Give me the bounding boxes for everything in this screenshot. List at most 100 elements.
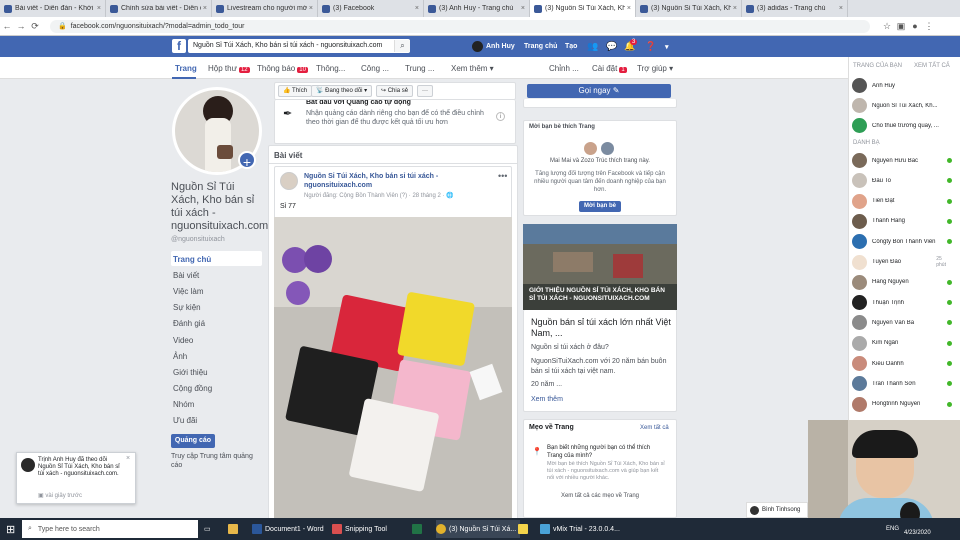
page-menu-item[interactable]: Đánh giá bbox=[173, 319, 205, 328]
contact-item[interactable]: Nguyễn Hữu Bắc bbox=[852, 153, 952, 168]
close-tab-icon[interactable]: × bbox=[203, 5, 207, 12]
all-tips-link[interactable]: Xem tất cả các mẹo về Trang bbox=[523, 493, 677, 499]
like-button[interactable]: 👍 Thích bbox=[278, 85, 313, 97]
taskbar-excel[interactable] bbox=[412, 520, 425, 538]
page-tab[interactable]: Hộp thư 12 bbox=[208, 64, 250, 73]
post-photo[interactable] bbox=[274, 217, 512, 520]
browser-tab[interactable]: Chỉnh sửa bài viết - Diễn đà × bbox=[106, 0, 212, 17]
close-tab-icon[interactable]: × bbox=[97, 5, 101, 12]
windows-start-icon[interactable]: ⊞ bbox=[6, 520, 15, 538]
browser-tab[interactable]: (3) Nguồn Sỉ Túi Xách, Kho × bbox=[530, 0, 636, 17]
close-tab-icon[interactable]: × bbox=[839, 5, 843, 12]
friends-icon[interactable]: 👥 bbox=[587, 36, 598, 57]
taskbar-date[interactable]: 4/23/2020 bbox=[904, 528, 931, 538]
page-menu-item[interactable]: Ảnh bbox=[173, 352, 187, 361]
add-icon[interactable]: + bbox=[238, 151, 256, 170]
page-menu-item[interactable]: Cộng đồng bbox=[173, 384, 212, 393]
contact-item[interactable]: Công̃ty Bồn Thành Viên bbox=[852, 234, 952, 250]
extension-icon[interactable]: ▣ bbox=[894, 21, 908, 32]
page-menu-item[interactable]: Sự kiện bbox=[173, 303, 201, 312]
page-tab[interactable]: Thông... bbox=[316, 64, 345, 73]
url-input[interactable]: 🔒 facebook.com/nguonsituixach/?modal=admi… bbox=[50, 19, 870, 33]
page-menu-item[interactable]: Việc làm bbox=[173, 287, 204, 296]
nav-user[interactable]: Anh Huy bbox=[472, 36, 515, 57]
taskbar-vmix[interactable]: vMix Trial - 23.0.0.4... bbox=[540, 520, 620, 538]
contact-item[interactable]: Tuyền Đào 25 phút bbox=[852, 254, 952, 270]
page-tab[interactable]: Cài đặt 1 bbox=[592, 64, 627, 73]
call-now-button[interactable]: Gọi ngay ✎ bbox=[527, 84, 671, 98]
browser-tab[interactable]: (3) Nguồn Sỉ Túi Xách, Kho × bbox=[636, 0, 742, 17]
close-tab-icon[interactable]: × bbox=[733, 5, 737, 12]
browser-tab[interactable]: (3) Anh Huy - Trang chủ × bbox=[424, 0, 530, 17]
sidebar-page-item[interactable]: Cho thuê trường quay, ... bbox=[852, 118, 952, 133]
page-menu-item[interactable]: Bài viết bbox=[173, 271, 199, 280]
page-menu-item[interactable]: Ưu đãi bbox=[173, 416, 197, 425]
search-icon[interactable]: ⌕ bbox=[394, 40, 410, 52]
contact-item[interactable]: Hang Nguyen bbox=[852, 274, 952, 290]
post-options-icon[interactable]: ••• bbox=[498, 171, 507, 181]
contact-item[interactable]: Hongtrinh Nguyen bbox=[852, 396, 952, 412]
messenger-icon[interactable]: 💬 bbox=[606, 36, 617, 57]
page-menu-item[interactable]: Nhóm bbox=[173, 400, 194, 409]
ads-button[interactable]: Quảng cáo bbox=[171, 434, 215, 448]
tips-see-all[interactable]: Xem tất cả bbox=[640, 425, 669, 431]
language-indicator[interactable]: ENG bbox=[886, 520, 899, 538]
invite-friends-button[interactable]: Mời bạn bè bbox=[579, 201, 621, 212]
page-tab[interactable]: Chỉnh ... bbox=[549, 64, 579, 73]
browser-tab[interactable]: (3) Facebook × bbox=[318, 0, 424, 17]
search-input[interactable]: Nguồn Sỉ Túi Xách, Kho bán sỉ túi xách -… bbox=[188, 39, 410, 53]
reload-icon[interactable]: ⟳ bbox=[28, 21, 42, 32]
star-icon[interactable]: ☆ bbox=[880, 21, 894, 32]
contact-item[interactable]: Thuận Trịnh bbox=[852, 295, 952, 311]
contact-item[interactable]: Kiều Oanhh bbox=[852, 356, 952, 371]
contact-item[interactable]: Đầu To bbox=[852, 173, 952, 189]
see-all-pages[interactable]: XEM TẤT CẢ bbox=[914, 63, 950, 69]
more-button[interactable]: ··· bbox=[417, 85, 433, 97]
back-icon[interactable]: ← bbox=[0, 21, 14, 31]
sidebar-page-item[interactable]: Anh Huy bbox=[852, 78, 952, 93]
page-menu-item[interactable]: Video bbox=[173, 336, 193, 345]
contact-item[interactable]: Kim Ngân bbox=[852, 335, 952, 351]
taskbar-notes[interactable] bbox=[518, 520, 531, 538]
help-icon[interactable]: ❓ bbox=[645, 36, 656, 57]
ads-center-link[interactable]: Truy cập Trung tâm quảng cáo bbox=[171, 452, 263, 470]
info-icon[interactable]: i bbox=[496, 112, 505, 121]
page-tab[interactable]: Trang bbox=[175, 64, 197, 73]
folder-icon[interactable] bbox=[228, 520, 241, 538]
browser-tab[interactable]: Bài viết - Diễn đàn - Khởi N × bbox=[0, 0, 106, 17]
contact-item[interactable]: Tiến Đạt bbox=[852, 193, 952, 209]
browser-tab[interactable]: Livestream cho người mới b × bbox=[212, 0, 318, 17]
page-menu-item[interactable]: Giới thiệu bbox=[173, 368, 208, 377]
facebook-logo-icon[interactable]: f bbox=[172, 39, 186, 53]
sidebar-page-item[interactable]: Nguồn Sỉ Túi Xách, Kh... bbox=[852, 98, 952, 113]
contact-item[interactable]: Nguyễn Văn Ba bbox=[852, 315, 952, 331]
page-tab[interactable]: Trung ... bbox=[405, 64, 435, 73]
page-tab[interactable]: Trợ giúp ▾ bbox=[637, 64, 673, 73]
chat-tab[interactable]: Bình Tinhsong bbox=[746, 502, 808, 518]
taskbar-snipping[interactable]: Snipping Tool bbox=[332, 520, 387, 538]
nav-home[interactable]: Trang chủ bbox=[524, 36, 557, 57]
menu-icon[interactable]: ⋮ bbox=[922, 21, 936, 32]
chevron-down-icon[interactable]: ▾ bbox=[665, 36, 669, 57]
page-tab[interactable]: Thông báo 10 bbox=[257, 64, 308, 73]
profile-icon[interactable]: ● bbox=[908, 21, 922, 31]
taskbar-word[interactable]: Document1 - Word bbox=[252, 520, 324, 538]
close-tab-icon[interactable]: × bbox=[521, 5, 525, 12]
following-button[interactable]: 📡 Đang theo dõi ▾ bbox=[311, 85, 373, 97]
taskbar-search-input[interactable]: ⌕ Type here to search bbox=[22, 520, 198, 538]
forward-icon[interactable]: → bbox=[14, 21, 28, 31]
close-tab-icon[interactable]: × bbox=[415, 5, 419, 12]
post-author-avatar[interactable] bbox=[280, 172, 298, 190]
close-tab-icon[interactable]: × bbox=[309, 5, 313, 12]
browser-tab[interactable]: (3) adidas - Trang chủ × bbox=[742, 0, 848, 17]
close-icon[interactable]: × bbox=[126, 455, 130, 462]
post-author[interactable]: Nguồn Sỉ Túi Xách, Kho bán sỉ túi xách -… bbox=[304, 172, 484, 190]
page-tab[interactable]: Công ... bbox=[361, 64, 389, 73]
page-tab[interactable]: Xem thêm ▾ bbox=[451, 64, 494, 73]
task-view-icon[interactable]: ▭ bbox=[204, 520, 211, 538]
contact-item[interactable]: Thanh Hằng bbox=[852, 213, 952, 229]
share-button[interactable]: ↪ Chia sẻ bbox=[376, 85, 414, 97]
close-tab-icon[interactable]: × bbox=[627, 5, 631, 12]
contact-item[interactable]: Trần Thanh Sơn bbox=[852, 376, 952, 392]
taskbar-chrome[interactable]: (3) Nguồn Sỉ Túi Xá... bbox=[436, 520, 521, 538]
